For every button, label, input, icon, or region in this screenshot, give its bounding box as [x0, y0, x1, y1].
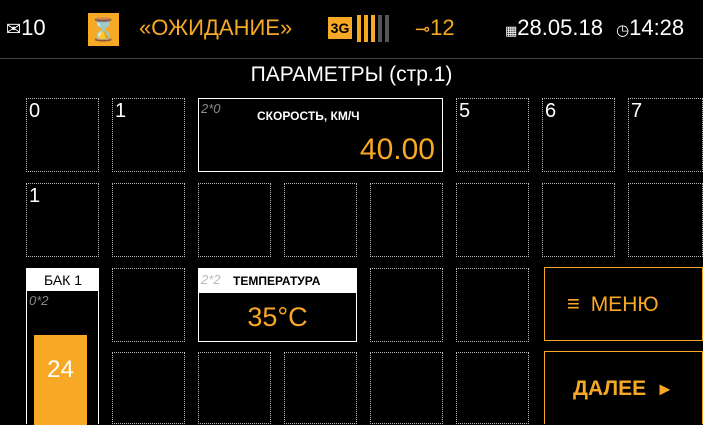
network-badge: 3G: [328, 17, 352, 39]
menu-button-label: МЕНЮ: [590, 293, 659, 316]
grid-cell[interactable]: [456, 268, 529, 342]
grid-cell[interactable]: [198, 183, 271, 257]
grid-cell[interactable]: [112, 183, 185, 257]
temperature-widget[interactable]: 2*2 ТЕМПЕРАТУРА 35°C: [198, 268, 357, 342]
time-indicator: ◷14:28: [616, 14, 684, 45]
grid-cell[interactable]: [542, 183, 615, 257]
tank-widget[interactable]: БАК 1 0*2 24: [26, 268, 99, 425]
grid-cell[interactable]: [628, 183, 703, 257]
hamburger-icon: ≡: [567, 291, 580, 316]
grid-cell[interactable]: [198, 352, 271, 424]
grid-cell[interactable]: 0: [26, 98, 99, 172]
grid-cell[interactable]: [112, 268, 185, 342]
status-bar: ✉10 ⌛ «ОЖИДАНИЕ» 3G ⊸12 ▦28.05.18 ◷14:28: [0, 0, 703, 66]
tank-label: БАК 1: [27, 269, 99, 291]
messages-count: 10: [21, 15, 46, 40]
grid-cell[interactable]: [370, 268, 443, 342]
cell-label: 7: [631, 100, 643, 122]
grid-cell[interactable]: 7: [628, 98, 703, 172]
grid-cell[interactable]: [456, 183, 529, 257]
next-button[interactable]: ДАЛЕЕ ►: [544, 351, 703, 424]
speed-label: СКОРОСТЬ, КМ/Ч: [257, 109, 360, 123]
menu-button[interactable]: ≡ МЕНЮ: [544, 267, 703, 341]
cell-label: 1: [29, 185, 41, 207]
date-text: 28.05.18: [517, 15, 603, 40]
signal-bar: [364, 15, 368, 42]
next-button-label: ДАЛЕЕ: [573, 377, 647, 400]
time-text: 14:28: [629, 15, 685, 40]
grid-cell[interactable]: 6: [542, 98, 615, 172]
cell-label: 0: [29, 100, 41, 122]
grid-cell[interactable]: [370, 183, 443, 257]
speed-value: 40.00: [359, 133, 435, 166]
widget-index: 2*0: [201, 101, 221, 116]
widget-index: 0*2: [29, 293, 49, 308]
cell-label: 5: [459, 100, 471, 122]
speed-widget[interactable]: 2*0 СКОРОСТЬ, КМ/Ч 40.00: [198, 98, 443, 172]
signal-bar: [385, 15, 389, 42]
grid-cell[interactable]: [284, 183, 357, 257]
temperature-header: 2*2 ТЕМПЕРАТУРА: [199, 269, 356, 293]
grid-cell[interactable]: [370, 352, 443, 424]
grid-cell[interactable]: [284, 352, 357, 424]
tank-level-bar: 24: [34, 335, 87, 425]
tank-value: 24: [47, 356, 74, 383]
signal-bar: [378, 15, 382, 42]
grid-cell[interactable]: 1: [26, 183, 99, 257]
connections-count: 12: [430, 15, 455, 40]
temperature-value: 35°C: [247, 302, 308, 332]
widget-index: 2*2: [201, 272, 221, 287]
signal-bar: [357, 15, 361, 42]
page-title: ПАРАМЕТРЫ (стр.1): [250, 63, 453, 86]
hourglass-icon: ⌛: [88, 13, 119, 46]
connections-indicator: ⊸12: [415, 14, 455, 43]
play-triangle-icon: ►: [655, 379, 674, 399]
cell-label: 1: [115, 100, 127, 122]
grid-cell[interactable]: 1: [112, 98, 185, 172]
calendar-icon: ▦: [505, 23, 518, 38]
signal-bar: [371, 15, 375, 42]
status-divider: [0, 58, 703, 59]
plug-icon: ⊸: [415, 19, 431, 39]
grid-cell[interactable]: [456, 352, 529, 424]
grid-cell[interactable]: [112, 352, 185, 424]
cell-label: 6: [545, 100, 557, 122]
temperature-label: ТЕМПЕРАТУРА: [233, 274, 321, 288]
grid-cell[interactable]: 5: [456, 98, 529, 172]
mode-status: «ОЖИДАНИЕ»: [139, 15, 293, 40]
date-indicator: ▦28.05.18: [505, 14, 603, 45]
clock-icon: ◷: [616, 22, 630, 39]
messages-indicator[interactable]: ✉10: [6, 14, 46, 43]
envelope-icon: ✉: [6, 19, 22, 39]
